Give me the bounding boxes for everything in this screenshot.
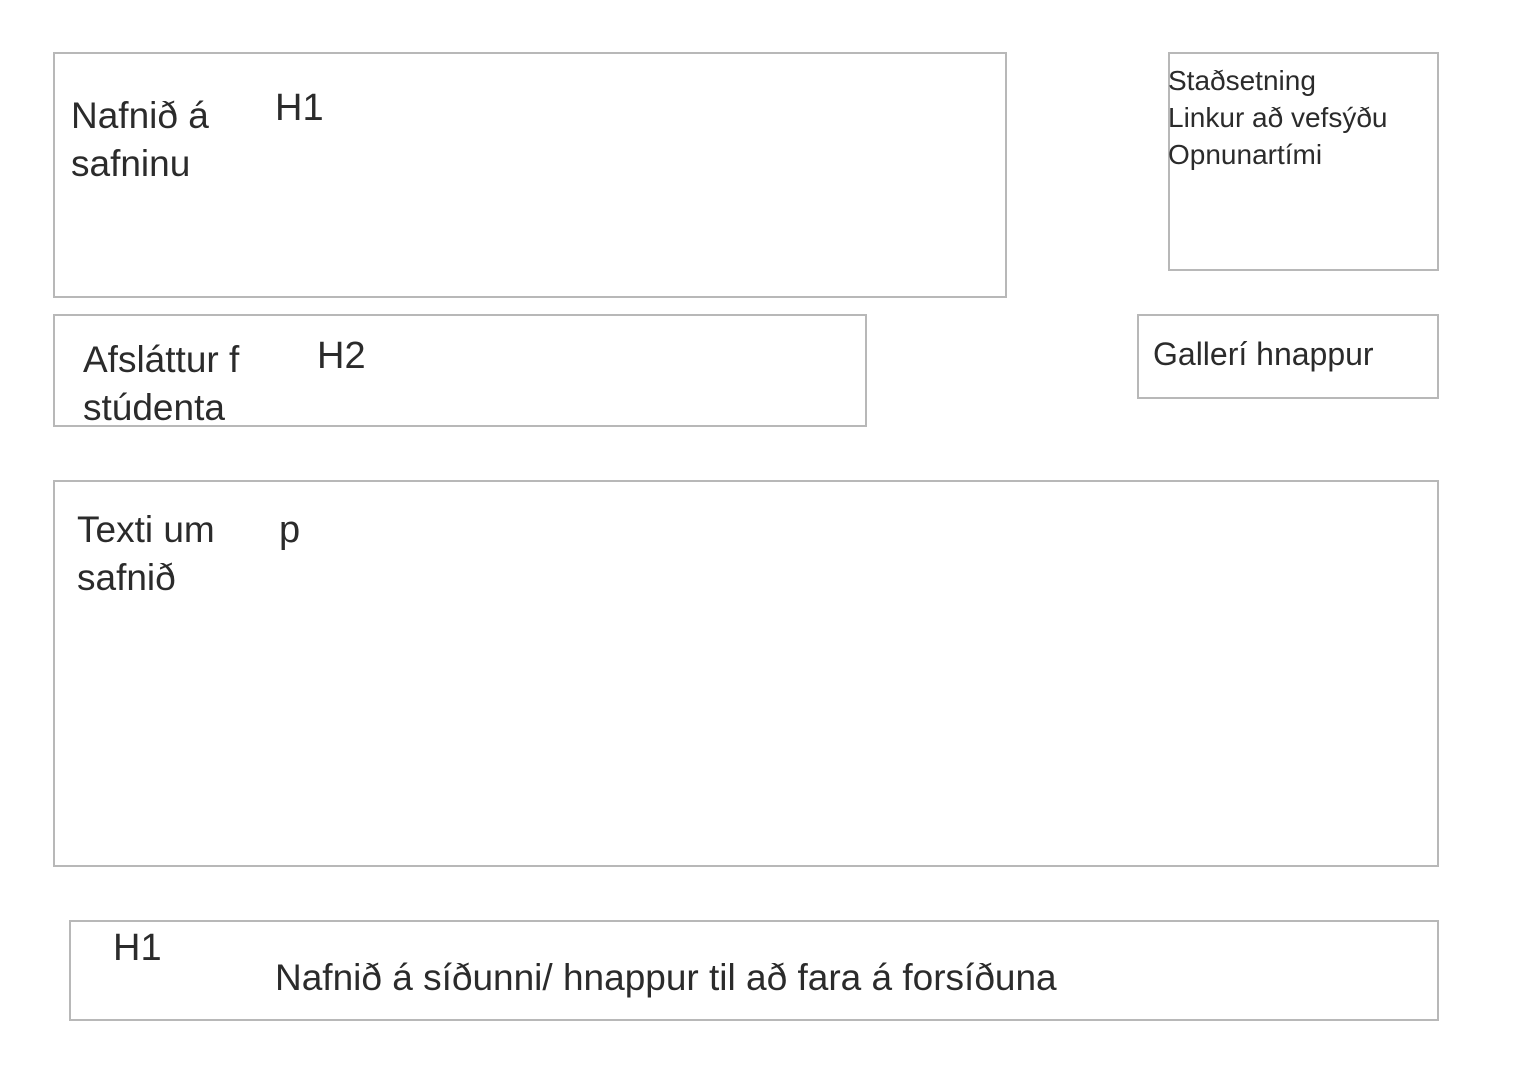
museum-name-label-line1: Nafnið á (71, 95, 209, 136)
student-discount-label-line1: Afsláttur f (83, 339, 240, 380)
student-discount-label-line2: stúdenta (83, 387, 225, 429)
gallery-button[interactable]: Gallerí hnappur (1137, 314, 1439, 399)
student-discount-section: Afsláttur f stúdenta H2 (53, 314, 867, 428)
footer-home-section[interactable]: H1 Nafnið á síðunni/ hnappur til að fara… (69, 920, 1439, 1021)
museum-name-section: Nafnið á safninu H1 (53, 52, 1007, 298)
museum-name-label-line2: safninu (71, 143, 191, 185)
museum-name-tag: H1 (275, 87, 324, 129)
footer-home-button-label: Nafnið á síðunni/ hnappur til að fara á … (275, 957, 1057, 998)
museum-about-label-line1: Texti um (77, 509, 215, 550)
info-location: Staðsetning (1168, 65, 1316, 96)
museum-about-section: Texti um safnið p (53, 480, 1439, 867)
museum-info-list: Staðsetning Linkur að vefsýðu Opnunartím… (1168, 62, 1387, 173)
museum-info-section: Staðsetning Linkur að vefsýðu Opnunartím… (1168, 52, 1439, 271)
museum-about-label-line2: safnið (77, 557, 176, 599)
gallery-button-label: Gallerí hnappur (1153, 336, 1374, 372)
museum-name-label: Nafnið á safninu (71, 92, 209, 188)
museum-about-label: Texti um safnið (77, 506, 215, 602)
info-opening-hours: Opnunartími (1168, 139, 1323, 170)
museum-about-tag: p (279, 509, 301, 551)
info-website-link[interactable]: Linkur að vefsýðu (1168, 99, 1387, 136)
footer-tag: H1 (113, 927, 162, 969)
student-discount-tag: H2 (317, 335, 366, 377)
student-discount-label: Afsláttur f stúdenta (83, 336, 239, 432)
